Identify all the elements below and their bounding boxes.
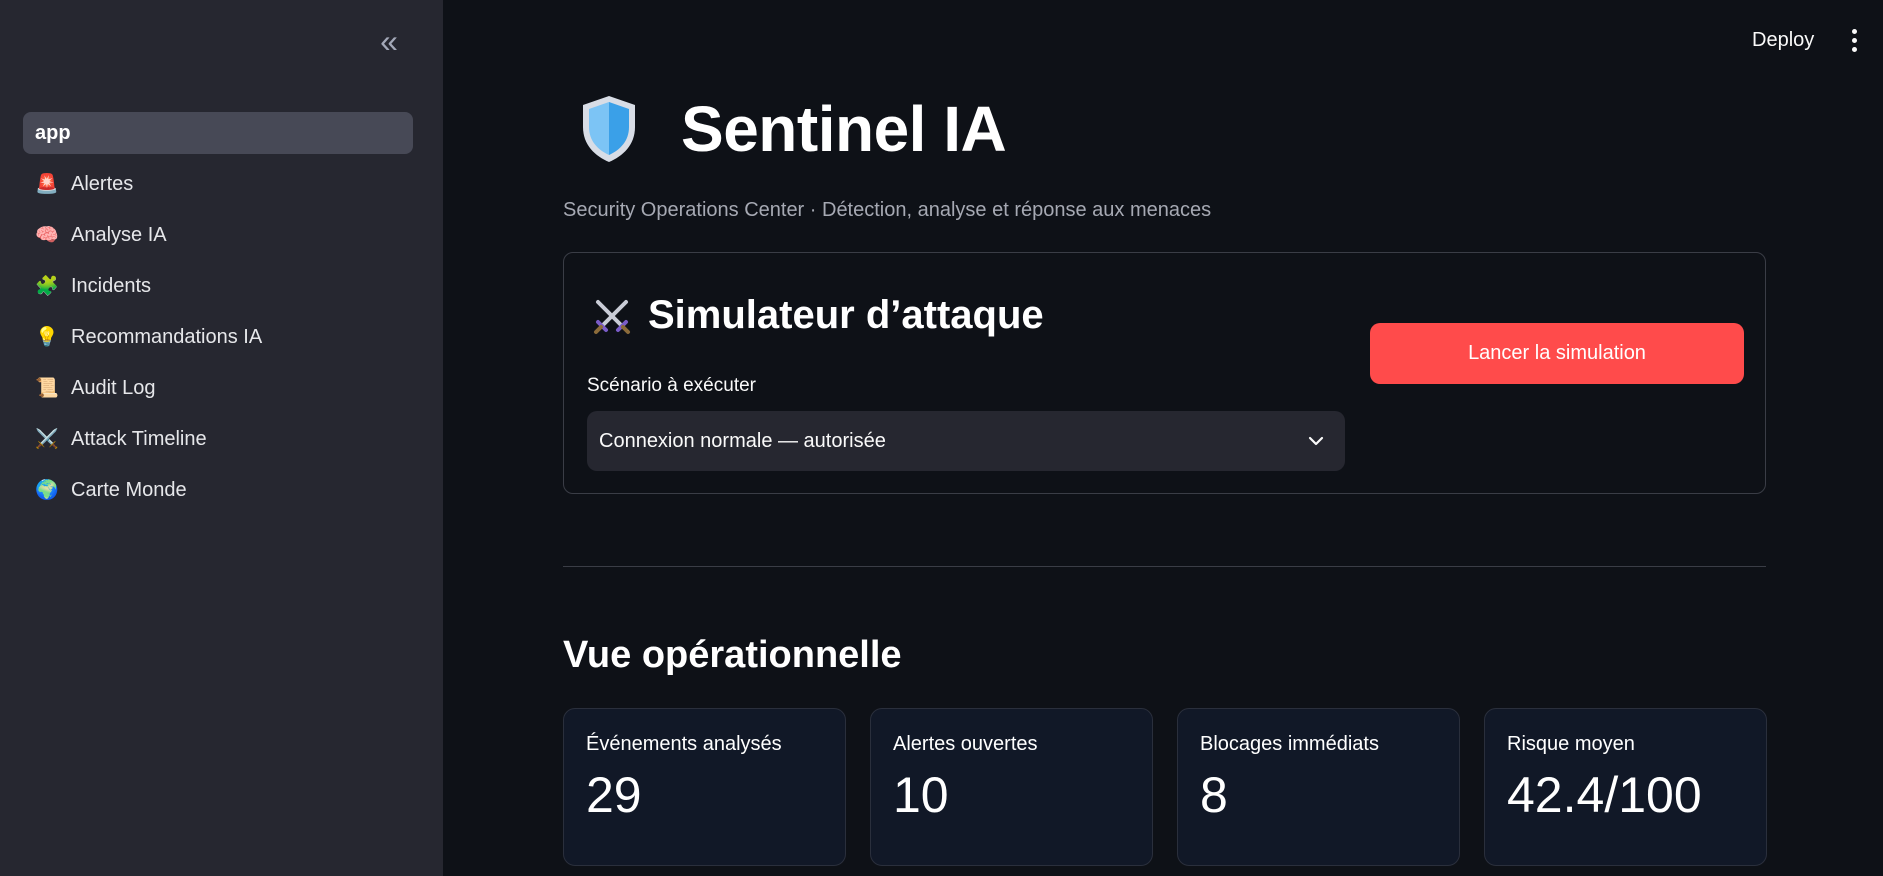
metric-value: 10 xyxy=(893,767,949,823)
lightbulb-icon: 💡 xyxy=(35,327,59,348)
brain-icon: 🧠 xyxy=(35,225,59,246)
simulator-header: Simulateur d’attaque xyxy=(592,293,1044,338)
sidebar-item-incidents[interactable]: 🧩 Incidents xyxy=(23,265,413,307)
metrics-row: Événements analysés 29 Alertes ouvertes … xyxy=(563,708,1767,866)
shield-icon xyxy=(583,96,635,162)
chevron-down-icon xyxy=(1308,436,1324,446)
sidebar-item-label: Alertes xyxy=(71,172,134,195)
sidebar-item-label: Attack Timeline xyxy=(71,427,207,450)
sidebar-nav: app 🚨 Alertes 🧠 Analyse IA 🧩 Incidents 💡… xyxy=(23,112,413,520)
globe-icon: 🌍 xyxy=(35,480,59,501)
sidebar-item-label: app xyxy=(35,121,71,144)
menu-dot xyxy=(1851,46,1857,52)
sidebar-item-label: Carte Monde xyxy=(71,478,187,501)
metric-label: Alertes ouvertes xyxy=(893,733,1038,755)
sidebar-item-alertes[interactable]: 🚨 Alertes xyxy=(23,163,413,205)
sidebar: « app 🚨 Alertes 🧠 Analyse IA 🧩 Incidents… xyxy=(0,0,443,876)
crossed-swords-icon xyxy=(594,299,630,334)
run-simulation-button[interactable]: Lancer la simulation xyxy=(1370,323,1744,384)
sidebar-item-audit-log[interactable]: 📜 Audit Log xyxy=(23,367,413,409)
sidebar-item-label: Recommandations IA xyxy=(71,325,263,348)
metric-card-average-risk: Risque moyen 42.4/100 xyxy=(1484,708,1767,866)
scenario-select[interactable]: Connexion normale — autorisée xyxy=(587,411,1345,471)
metric-card-open-alerts: Alertes ouvertes 10 xyxy=(870,708,1153,866)
attack-simulator-card: Simulateur d’attaque Scénario à exécuter… xyxy=(563,252,1766,494)
section-divider xyxy=(563,566,1766,567)
kebab-menu-icon[interactable] xyxy=(1838,24,1870,56)
metric-label: Risque moyen xyxy=(1507,733,1635,755)
sidebar-item-attack-timeline[interactable]: ⚔️ Attack Timeline xyxy=(23,418,413,460)
menu-dot xyxy=(1851,37,1857,43)
overview-title: Vue opérationnelle xyxy=(563,634,902,676)
simulator-title: Simulateur d’attaque xyxy=(648,293,1044,337)
metric-card-blocks: Blocages immédiats 8 xyxy=(1177,708,1460,866)
scenario-selected-value: Connexion normale — autorisée xyxy=(599,429,886,452)
page-header: Sentinel IA xyxy=(563,92,1007,166)
metric-value: 8 xyxy=(1200,767,1228,823)
deploy-button[interactable]: Deploy xyxy=(1740,24,1826,56)
metric-value: 42.4/100 xyxy=(1507,767,1702,823)
metric-card-events: Événements analysés 29 xyxy=(563,708,846,866)
metric-value: 29 xyxy=(586,767,642,823)
metric-label: Événements analysés xyxy=(586,733,782,755)
sidebar-item-carte-monde[interactable]: 🌍 Carte Monde xyxy=(23,469,413,511)
puzzle-icon: 🧩 xyxy=(35,276,59,297)
scroll-icon: 📜 xyxy=(35,378,59,399)
page-subtitle: Security Operations Center · Détection, … xyxy=(563,199,1212,221)
sidebar-item-label: Audit Log xyxy=(71,376,156,399)
collapse-sidebar-icon[interactable]: « xyxy=(372,24,406,58)
page-title: Sentinel IA xyxy=(681,93,1007,165)
siren-icon: 🚨 xyxy=(35,174,59,195)
scenario-label: Scénario à exécuter xyxy=(587,375,756,396)
sidebar-item-recommandations-ia[interactable]: 💡 Recommandations IA xyxy=(23,316,413,358)
menu-dot xyxy=(1851,28,1857,34)
sidebar-item-analyse-ia[interactable]: 🧠 Analyse IA xyxy=(23,214,413,256)
metric-label: Blocages immédiats xyxy=(1200,733,1379,755)
crossed-swords-icon: ⚔️ xyxy=(35,429,59,450)
sidebar-item-label: Analyse IA xyxy=(71,223,167,246)
sidebar-item-app[interactable]: app xyxy=(23,112,413,154)
sidebar-item-label: Incidents xyxy=(71,274,152,297)
